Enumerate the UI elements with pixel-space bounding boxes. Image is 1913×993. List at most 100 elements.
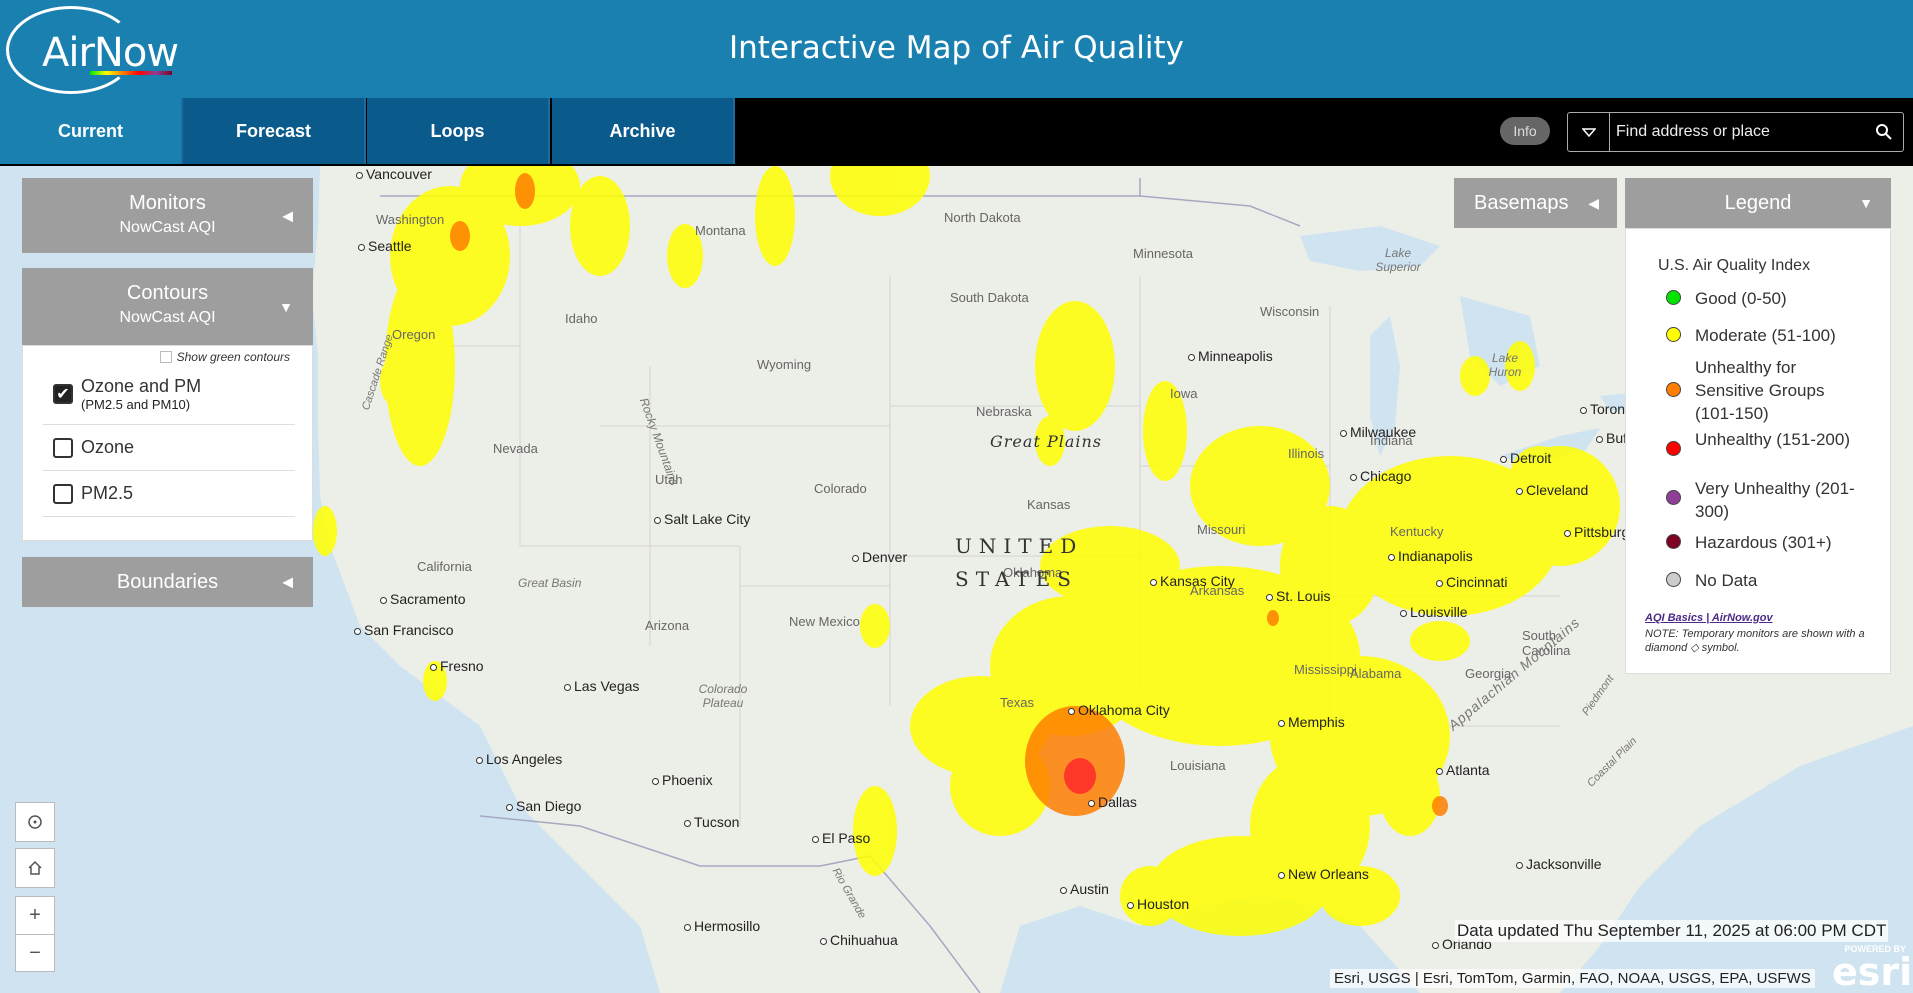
home-button[interactable] — [15, 848, 55, 888]
aqi-dot-icon — [1666, 441, 1681, 456]
tab-current[interactable]: Current — [0, 98, 183, 164]
checkbox-checked-icon: ✔ — [53, 383, 73, 404]
aqi-dot-icon — [1666, 572, 1681, 587]
legend-header[interactable]: Legend ▼ — [1625, 178, 1891, 228]
page-title: Interactive Map of Air Quality — [728, 30, 1185, 66]
info-button[interactable]: Info — [1500, 117, 1550, 145]
option-ozone-and-pm[interactable]: ✔ Ozone and PM (PM2.5 and PM10) — [43, 363, 295, 425]
region-label: Missouri — [1197, 522, 1246, 537]
region-label: New Mexico — [789, 614, 860, 629]
region-label: Nevada — [493, 441, 538, 456]
legend-item-usg: Unhealthy for Sensitive Groups (101-150) — [1666, 356, 1856, 425]
place-label: Sacramento — [380, 591, 465, 607]
legend-item-label: Unhealthy for Sensitive Groups (101-150) — [1695, 358, 1825, 423]
option-sublabel: (PM2.5 and PM10) — [81, 396, 191, 412]
place-label: Los Angeles — [476, 751, 562, 767]
feature-label: Colorado Plateau — [698, 682, 748, 710]
nav-bar: Current Forecast Loops Archive Info — [0, 98, 1913, 166]
region-label: Wyoming — [757, 357, 812, 372]
search-box — [1567, 112, 1904, 152]
locate-icon — [28, 815, 42, 829]
region-label: Oregon — [392, 327, 436, 342]
region-label: Kansas — [1027, 497, 1071, 512]
basemaps-label: Basemaps — [1474, 191, 1569, 214]
region-label: California — [417, 559, 472, 574]
plus-icon: + — [29, 904, 41, 926]
option-pm25[interactable]: PM2.5 — [43, 471, 295, 517]
tab-forecast[interactable]: Forecast — [183, 98, 366, 164]
place-label: El Paso — [812, 830, 870, 846]
collapse-left-icon: ◀ — [282, 573, 293, 590]
feature-label: Lake Superior — [1375, 246, 1421, 274]
aqi-dot-icon — [1666, 382, 1681, 397]
checkbox-icon — [53, 437, 73, 458]
region-label: Texas — [1000, 695, 1034, 710]
region-label: Montana — [695, 223, 746, 238]
region-label: Colorado — [814, 481, 867, 496]
option-label: PM2.5 — [81, 483, 134, 503]
feature-label: Lake Huron — [1488, 351, 1522, 379]
region-label: Wisconsin — [1260, 304, 1320, 319]
basemaps-button[interactable]: Basemaps ◀ — [1454, 178, 1617, 228]
legend-item-good: Good (0-50) — [1666, 287, 1876, 310]
esri-logo[interactable]: POWERED BY esri — [1832, 944, 1912, 991]
tab-loops[interactable]: Loops — [367, 98, 550, 164]
region-label: Idaho — [565, 311, 598, 326]
aqi-basics-link[interactable]: AQI Basics | AirNow.gov — [1645, 612, 1773, 624]
region-label: Louisiana — [1170, 758, 1226, 773]
search-source-dropdown[interactable] — [1568, 113, 1610, 151]
boundaries-title: Boundaries — [116, 570, 219, 593]
place-label: Cincinnati — [1436, 574, 1507, 590]
option-ozone[interactable]: Ozone — [43, 425, 295, 471]
home-icon — [28, 860, 42, 875]
legend-item-no-data: No Data — [1666, 569, 1876, 592]
place-label: San Francisco — [354, 622, 453, 638]
place-label: Minneapolis — [1188, 348, 1273, 364]
zoom-out-button[interactable]: − — [15, 934, 55, 972]
country-label: UNITED STATES — [955, 534, 1084, 591]
region-label: Mississippi — [1294, 662, 1357, 677]
contours-panel-header[interactable]: Contours NowCast AQI ▼ — [22, 268, 313, 345]
region-label: North Dakota — [944, 210, 1021, 225]
contours-subtitle: NowCast AQI — [119, 309, 216, 326]
place-label: Chihuahua — [820, 932, 898, 948]
boundaries-panel-header[interactable]: Boundaries ◀ — [22, 557, 313, 607]
place-label: Milwaukee — [1340, 424, 1416, 440]
place-label: St. Louis — [1266, 588, 1330, 604]
tab-archive[interactable]: Archive — [552, 98, 735, 164]
place-label: New Orleans — [1278, 866, 1369, 882]
search-input[interactable] — [1616, 113, 1856, 151]
place-label: Buf — [1596, 430, 1627, 446]
place-label: Jacksonville — [1516, 856, 1601, 872]
chevron-down-icon — [1581, 128, 1596, 137]
place-label: Atlanta — [1436, 762, 1490, 778]
green-contours-label: Show green contours — [176, 350, 290, 364]
region-label: Iowa — [1170, 386, 1198, 401]
green-contours-toggle[interactable]: Show green contours — [159, 350, 290, 364]
place-label: Louisville — [1400, 604, 1468, 620]
place-label: Oklahoma City — [1068, 702, 1170, 718]
place-label: Kansas City — [1150, 573, 1235, 589]
legend-item-very-unhealthy: Very Unhealthy (201-300) — [1666, 477, 1856, 523]
legend-subtitle: U.S. Air Quality Index — [1658, 257, 1811, 274]
zoom-in-button[interactable]: + — [15, 896, 55, 934]
search-icon[interactable] — [1875, 123, 1893, 141]
plains-label: Great Plains — [990, 432, 1103, 451]
monitors-panel-header[interactable]: Monitors NowCast AQI ◀ — [22, 178, 313, 253]
region-label: Nebraska — [976, 404, 1032, 419]
aqi-dot-icon — [1666, 490, 1681, 505]
legend-item-label: Very Unhealthy (201-300) — [1695, 479, 1855, 521]
place-label: Vancouver — [356, 166, 432, 182]
place-label: Denver — [852, 549, 907, 565]
expand-down-icon: ▼ — [1859, 195, 1873, 211]
place-label: San Diego — [506, 798, 581, 814]
checkbox-icon — [53, 483, 73, 504]
legend-item-hazardous: Hazardous (301+) — [1666, 531, 1876, 554]
collapse-left-icon: ◀ — [282, 207, 293, 223]
locate-button[interactable] — [15, 802, 55, 842]
checkbox-icon — [159, 351, 172, 363]
place-label: Cleveland — [1516, 482, 1588, 498]
option-label: Ozone — [81, 437, 135, 457]
monitors-subtitle: NowCast AQI — [119, 219, 216, 236]
contours-panel-body: Show green contours ✔ Ozone and PM (PM2.… — [22, 345, 313, 541]
